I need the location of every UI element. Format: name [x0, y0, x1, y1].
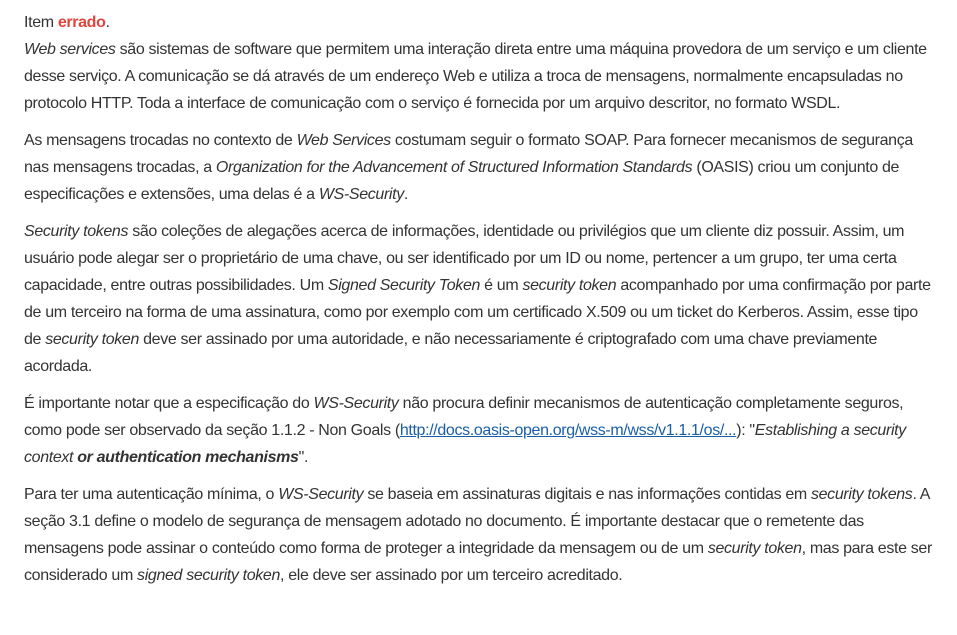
verdict-line: Item errado.: [24, 9, 937, 36]
term-security-tokens: security tokens: [810, 486, 913, 503]
answer-text: Item errado. Web services são sistemas d…: [0, 0, 957, 589]
paragraph-text: , ele deve ser assinado por um terceiro …: [280, 567, 623, 584]
paragraph-text: ".: [298, 449, 309, 466]
paragraph-text: são sistemas de software que permitem um…: [24, 41, 927, 112]
paragraph-web-services: Web services são sistemas de software qu…: [24, 36, 937, 117]
term-security-token: security token: [45, 331, 140, 348]
term-security-tokens: Security tokens: [24, 223, 129, 240]
term-ws-security: WS-Security: [318, 186, 404, 203]
term-ws-security: WS-Security: [278, 486, 364, 503]
paragraph-non-goals: É importante notar que a especificação d…: [24, 390, 937, 471]
paragraph-text: deve ser assinado por uma autoridade, e …: [24, 331, 878, 375]
quote-emphasis: or authentication mechanisms: [77, 449, 299, 466]
paragraph-text: ): ": [736, 422, 755, 439]
paragraph-authentication: Para ter uma autenticação mínima, o WS-S…: [24, 481, 937, 589]
paragraph-text: É importante notar que a especificação d…: [24, 395, 314, 412]
paragraph-text: As mensagens trocadas no contexto de: [24, 132, 297, 149]
verdict-prefix: Item: [24, 14, 58, 31]
term-signed-security-token: signed security token: [137, 567, 281, 584]
paragraph-text: .: [403, 186, 408, 203]
verdict-value: errado: [57, 14, 106, 31]
term-oasis: Organization for the Advancement of Stru…: [215, 159, 693, 176]
term-signed-security-token: Signed Security Token: [327, 277, 481, 294]
term-web-services: Web Services: [296, 132, 392, 149]
paragraph-security-tokens: Security tokens são coleções de alegaçõe…: [24, 218, 937, 380]
paragraph-soap: As mensagens trocadas no contexto de Web…: [24, 127, 937, 208]
oasis-spec-link[interactable]: http://docs.oasis-open.org/wss-m/wss/v1.…: [400, 422, 737, 439]
verdict-suffix: .: [105, 14, 110, 31]
term-web-services: Web services: [24, 41, 116, 58]
term-security-token: security token: [707, 540, 802, 557]
paragraph-text: Para ter uma autenticação mínima, o: [24, 486, 279, 503]
paragraph-text: se baseia em assinaturas digitais e nas …: [363, 486, 811, 503]
paragraph-text: é um: [480, 277, 523, 294]
term-ws-security: WS-Security: [313, 395, 399, 412]
term-security-token: security token: [522, 277, 617, 294]
